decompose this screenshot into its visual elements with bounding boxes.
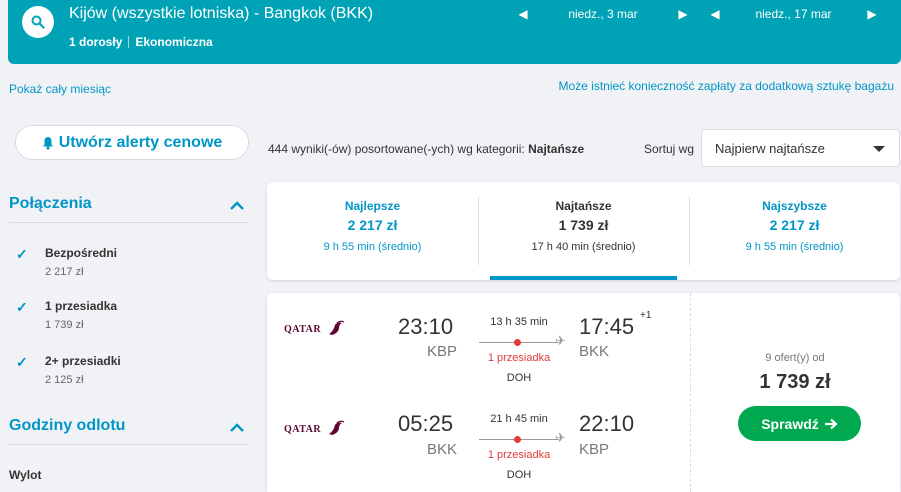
tab-time: 9 h 55 min (średnio)	[745, 241, 844, 253]
offers-count: 9 ofert(y) od	[765, 352, 825, 364]
divider	[9, 444, 248, 445]
tab-title: Najlepsze	[344, 199, 401, 213]
results-category: Najtańsze	[528, 142, 585, 156]
plane-icon: ✈	[555, 430, 566, 445]
tab-fastest[interactable]: Najszybsze 2 217 zł 9 h 55 min (średnio)	[689, 182, 900, 280]
bell-icon	[42, 136, 53, 149]
tab-price: 1 739 zł	[558, 217, 609, 233]
sort-tabs: Najlepsze 2 217 zł 9 h 55 min (średnio) …	[267, 182, 900, 280]
check-offer-label: Sprawdź	[761, 415, 819, 432]
flight-duration: 13 h 35 min	[490, 316, 548, 328]
stop-dot	[514, 339, 521, 346]
oryx-icon	[329, 320, 345, 335]
passengers-label: 1 dorosły	[69, 35, 123, 49]
tab-time: 17 h 40 min (średnio)	[531, 241, 636, 253]
departure-airport: KBP	[427, 343, 458, 360]
connections-section-header[interactable]: Połączenia	[9, 195, 248, 215]
arrival-time: 17:45	[579, 314, 635, 339]
departure-time: 05:25	[398, 411, 454, 436]
departure-title: Godziny odlotu	[9, 417, 126, 434]
departure-section-header[interactable]: Godziny odlotu	[9, 417, 248, 437]
price-alert-button[interactable]: Utwórz alerty cenowe	[15, 125, 249, 160]
price-alert-label: Utwórz alerty cenowe	[58, 133, 223, 151]
search-icon	[31, 15, 45, 29]
stops-count: 1 przesiadka	[487, 449, 551, 461]
tab-time: 9 h 55 min (średnio)	[323, 241, 422, 253]
plane-icon: ✈	[555, 333, 566, 348]
stopover-airport: DOH	[506, 469, 532, 481]
sort-select[interactable]: Najpierw najtańsze	[701, 129, 900, 167]
airline-logo: QATAR	[284, 420, 346, 440]
tab-price: 2 217 zł	[347, 217, 398, 233]
filter-label: Bezpośredni	[45, 246, 118, 260]
results-count: 444 wyniki(-ów) posortowane(-ych) wg kat…	[268, 142, 584, 156]
result-price: 1 739 zł	[759, 371, 831, 393]
chevron-up-icon[interactable]	[229, 198, 245, 214]
filter-label: 2+ przesiadki	[45, 354, 121, 368]
divider	[9, 222, 248, 223]
oryx-icon	[329, 420, 345, 435]
route-title: Kijów (wszystkie lotniska) - Bangkok (BK…	[69, 5, 374, 22]
check-offer-button[interactable]: Sprawdź	[738, 406, 861, 441]
airline-name: QATAR	[284, 424, 322, 435]
checkbox-checked-icon[interactable]: ✓	[16, 299, 28, 316]
return-date-nav: ◀ niedz., 17 mar ▶	[708, 7, 879, 21]
filter-price: 2 217 zł	[45, 266, 84, 278]
day-offset: +1	[640, 310, 652, 321]
cabin-label: Ekonomiczna	[135, 35, 213, 49]
airline-logo: QATAR	[284, 320, 346, 340]
outbound-prev-day-button[interactable]: ◀	[516, 7, 530, 21]
search-button[interactable]	[22, 6, 54, 38]
sort-value: Najpierw najtańsze	[715, 140, 825, 156]
return-prev-day-button[interactable]: ◀	[708, 7, 722, 21]
outbound-next-day-button[interactable]: ▶	[676, 7, 690, 21]
tab-cheapest[interactable]: Najtańsze 1 739 zł 17 h 40 min (średnio)	[478, 182, 689, 280]
return-date[interactable]: niedz., 17 mar	[722, 7, 865, 21]
stop-dot	[514, 436, 521, 443]
arrival-airport: KBP	[579, 441, 610, 458]
checkbox-checked-icon[interactable]: ✓	[16, 354, 28, 371]
departure-subtitle: Wylot	[9, 468, 42, 482]
flight-duration: 21 h 45 min	[490, 413, 548, 425]
show-month-link[interactable]: Pokaż cały miesiąc	[9, 82, 111, 96]
outbound-date[interactable]: niedz., 3 mar	[530, 7, 676, 21]
results-count-text: 444 wyniki(-ów) posortowane(-ych) wg kat…	[268, 142, 525, 156]
filter-price: 1 739 zł	[45, 319, 84, 331]
stops-count: 1 przesiadka	[487, 352, 551, 364]
airline-name: QATAR	[284, 324, 322, 335]
stopover-airport: DOH	[506, 372, 532, 384]
departure-time: 23:10	[398, 314, 454, 339]
tab-title: Najtańsze	[555, 199, 612, 213]
arrival-airport: BKK	[579, 343, 610, 360]
tab-best[interactable]: Najlepsze 2 217 zł 9 h 55 min (średnio)	[267, 182, 478, 280]
checkbox-checked-icon[interactable]: ✓	[16, 246, 28, 263]
filter-label: 1 przesiadka	[45, 299, 118, 313]
departure-airport: BKK	[427, 441, 458, 458]
tab-title: Najszybsze	[762, 199, 827, 213]
arrow-right-icon	[824, 418, 838, 429]
baggage-note-link[interactable]: Może istnieć konieczność zapłaty za doda…	[558, 79, 894, 93]
connections-title: Połączenia	[9, 195, 92, 212]
active-tab-indicator	[490, 276, 677, 280]
filter-price: 2 125 zł	[45, 374, 84, 386]
tab-price: 2 217 zł	[769, 217, 820, 233]
arrival-time: 22:10	[579, 411, 635, 436]
return-next-day-button[interactable]: ▶	[865, 7, 879, 21]
flight-result-card[interactable]: QATAR 23:10 KBP 13 h 35 min ✈ 1 przesiad…	[267, 293, 900, 492]
outbound-date-nav: ◀ niedz., 3 mar ▶	[516, 7, 690, 21]
chevron-up-icon[interactable]	[229, 420, 245, 436]
search-summary-bar[interactable]: Kijów (wszystkie lotniska) - Bangkok (BK…	[8, 0, 901, 64]
passengers-cabin: 1 dorosły Ekonomiczna	[69, 35, 213, 49]
sort-label: Sortuj wg	[644, 142, 695, 156]
chevron-down-icon	[873, 146, 885, 152]
